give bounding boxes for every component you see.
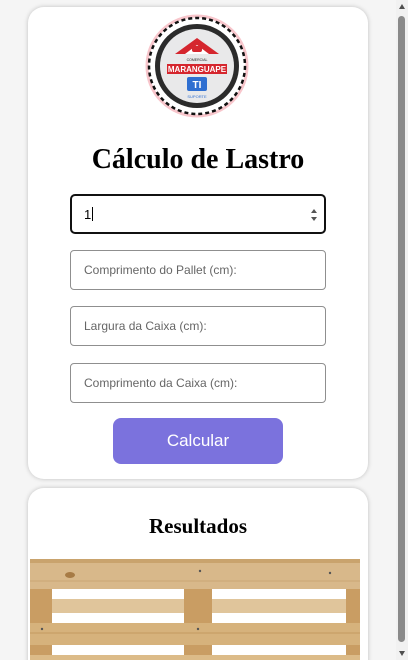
box-length-placeholder: Comprimento da Caixa (cm): [84, 376, 238, 390]
calculator-card: COMERCIAL MARANGUAPE TI SUPORTE Cálculo … [28, 7, 368, 479]
quantity-input[interactable]: 1 [70, 194, 326, 234]
svg-text:SUPORTE: SUPORTE [187, 94, 207, 99]
company-logo: COMERCIAL MARANGUAPE TI SUPORTE [145, 14, 249, 118]
pallet-length-placeholder: Comprimento do Pallet (cm): [84, 263, 237, 277]
page-title: Cálculo de Lastro [91, 144, 305, 175]
scroll-up-icon[interactable] [399, 4, 405, 9]
quantity-value: 1 [84, 206, 92, 222]
results-title: Resultados [148, 514, 248, 538]
vertical-scrollbar[interactable] [396, 0, 408, 660]
scrollbar-thumb[interactable] [398, 16, 405, 642]
box-length-input[interactable]: Comprimento da Caixa (cm): [70, 363, 326, 403]
svg-text:MARANGUAPE: MARANGUAPE [168, 65, 227, 74]
number-spinner-icon[interactable] [310, 208, 318, 222]
svg-text:TI: TI [193, 80, 202, 91]
scroll-down-icon[interactable] [399, 651, 405, 656]
box-width-input[interactable]: Largura da Caixa (cm): [70, 306, 326, 346]
results-card: Resultados [28, 488, 368, 660]
svg-text:COMERCIAL: COMERCIAL [187, 58, 208, 62]
calculate-button[interactable]: Calcular [113, 418, 283, 464]
pallet-length-input[interactable]: Comprimento do Pallet (cm): [70, 250, 326, 290]
wooden-pallet-image [30, 559, 360, 660]
box-width-placeholder: Largura da Caixa (cm): [84, 319, 207, 333]
text-caret [92, 207, 94, 221]
page: COMERCIAL MARANGUAPE TI SUPORTE Cálculo … [0, 0, 396, 660]
